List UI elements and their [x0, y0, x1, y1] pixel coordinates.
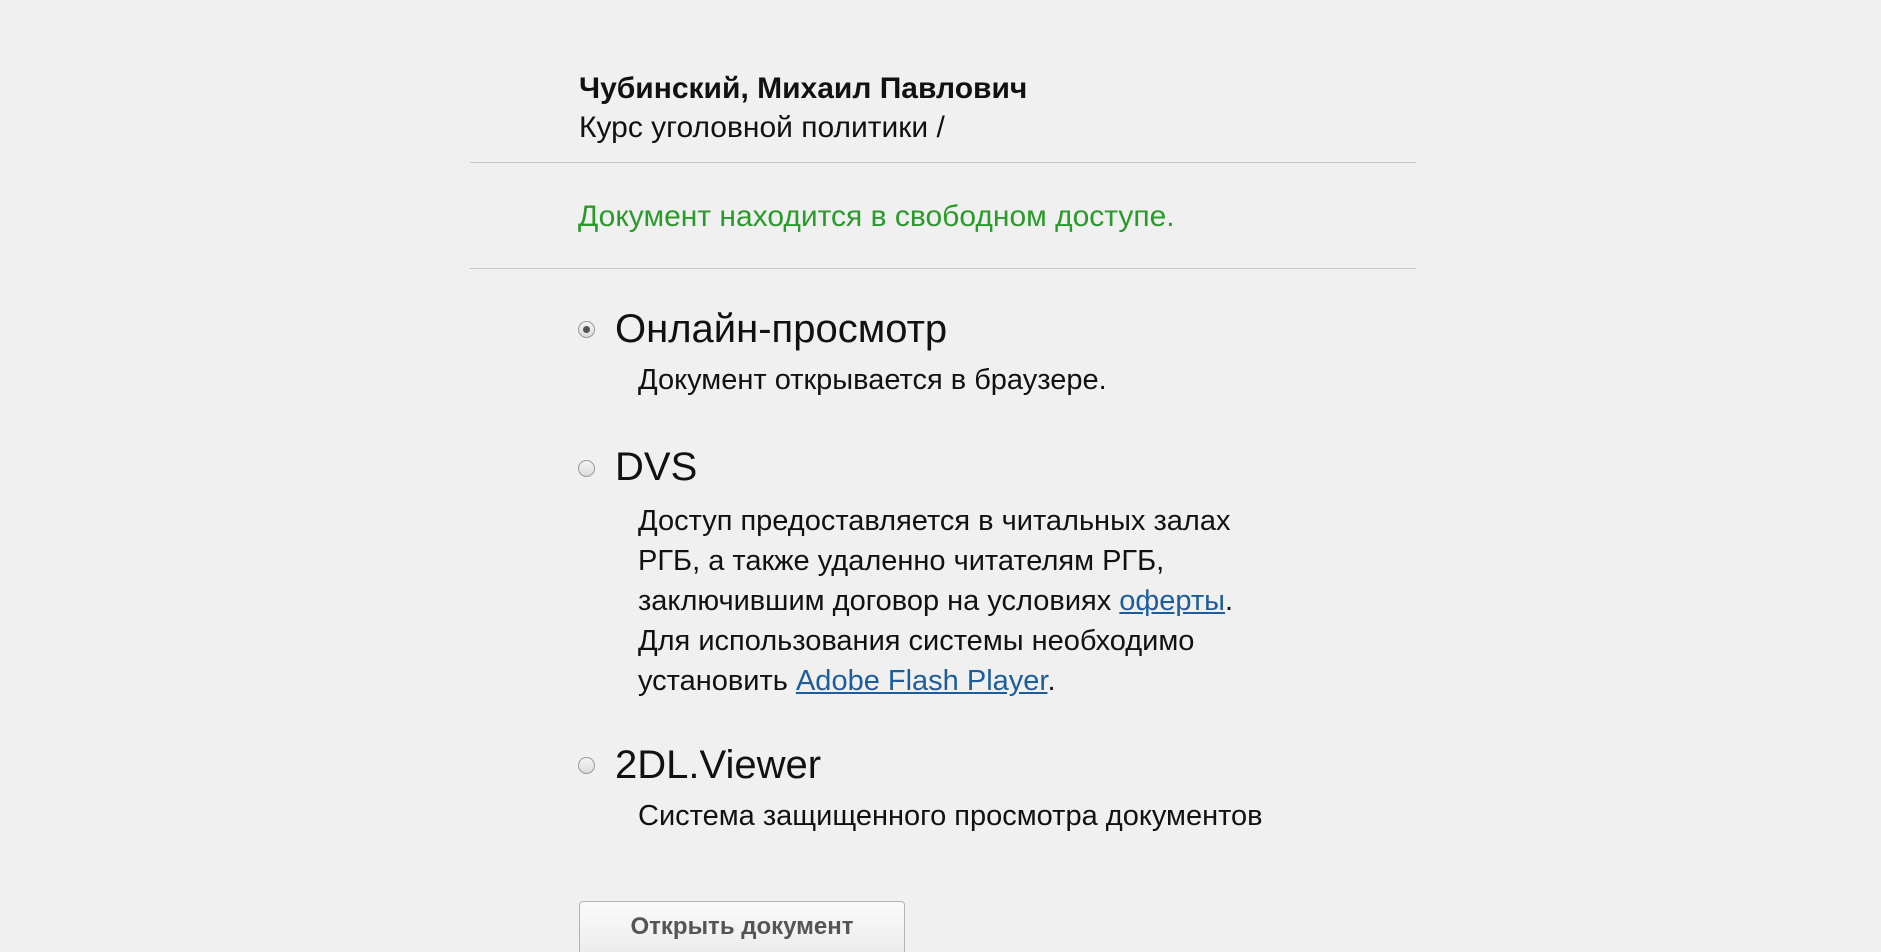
document-access-page: Чубинский, Михаил Павлович Курс уголовно…: [0, 0, 1881, 952]
record-header: Чубинский, Михаил Павлович Курс уголовно…: [579, 70, 1027, 148]
dvs-desc-line-5: установить Adobe Flash Player.: [638, 661, 1233, 701]
record-title: Курс уголовной политики /: [579, 111, 945, 144]
dvs-desc-line-4: Для использования системы необходимо: [638, 625, 1195, 657]
dvs-desc-line-2: РГБ, а также удаленно читателям РГБ,: [638, 545, 1165, 577]
option-2dl-viewer-description: Система защищенного просмотра документов: [638, 800, 1263, 832]
dvs-desc-line-5-end: .: [1047, 665, 1056, 697]
radio-dvs[interactable]: [578, 460, 595, 477]
dvs-desc-line-3: заключившим договор на условиях оферты.: [638, 581, 1233, 621]
adobe-flash-player-link[interactable]: Adobe Flash Player: [796, 665, 1047, 697]
option-2dl-viewer-title[interactable]: 2DL.Viewer: [615, 740, 821, 790]
dvs-desc-line-3-text: заключившим договор на условиях: [638, 585, 1120, 617]
option-dvs-title[interactable]: DVS: [615, 442, 697, 492]
divider-bottom: [470, 268, 1416, 269]
option-online-view-title[interactable]: Онлайн-просмотр: [615, 304, 947, 354]
dvs-desc-line-5-text: установить: [638, 665, 796, 697]
open-document-button[interactable]: Открыть документ: [579, 901, 905, 952]
dvs-desc-line-1: Доступ предоставляется в читальных залах: [638, 505, 1231, 537]
radio-2dl-viewer[interactable]: [578, 757, 595, 774]
option-dvs-description: Доступ предоставляется в читальных залах…: [638, 501, 1233, 701]
access-status-note: Документ находится в свободном доступе.: [578, 200, 1175, 233]
divider-top: [470, 162, 1416, 163]
offer-link[interactable]: оферты: [1119, 585, 1225, 617]
record-author: Чубинский, Михаил Павлович: [579, 72, 1028, 105]
option-online-view-description: Документ открывается в браузере.: [638, 364, 1107, 396]
radio-online-view[interactable]: [578, 321, 595, 338]
dvs-desc-line-3-end: .: [1225, 585, 1234, 617]
